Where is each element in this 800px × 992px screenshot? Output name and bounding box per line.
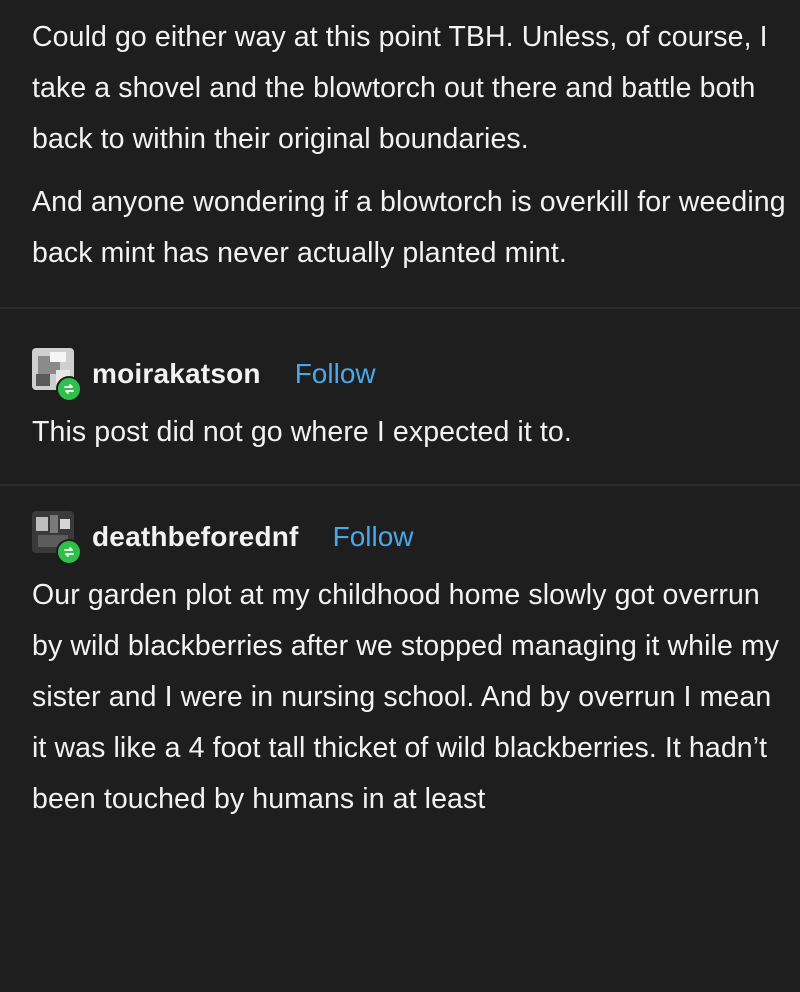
- post-body: Could go either way at this point TBH. U…: [32, 0, 800, 279]
- post-paragraph: And anyone wondering if a blowtorch is o…: [32, 186, 786, 269]
- follow-button[interactable]: Follow: [295, 358, 376, 390]
- reblog-entry: moirakatson Follow This post did not go …: [32, 309, 800, 458]
- avatar[interactable]: [32, 511, 84, 565]
- username[interactable]: moirakatson: [92, 358, 261, 390]
- reblog-text: Our garden plot at my childhood home slo…: [32, 579, 780, 815]
- username[interactable]: deathbeforednf: [92, 521, 299, 553]
- reblog-header: deathbeforednf Follow: [32, 502, 800, 572]
- reblog-header: moirakatson Follow: [32, 339, 800, 409]
- reblog-icon: [56, 539, 82, 565]
- avatar[interactable]: [32, 348, 84, 402]
- post-paragraph: Could go either way at this point TBH. U…: [32, 21, 768, 155]
- reblog-text: This post did not go where I expected it…: [32, 416, 572, 448]
- post: Could go either way at this point TBH. U…: [0, 0, 800, 825]
- reblog-icon: [56, 376, 82, 402]
- reblog-entry: deathbeforednf Follow Our garden plot at…: [32, 486, 800, 825]
- follow-button[interactable]: Follow: [333, 521, 414, 553]
